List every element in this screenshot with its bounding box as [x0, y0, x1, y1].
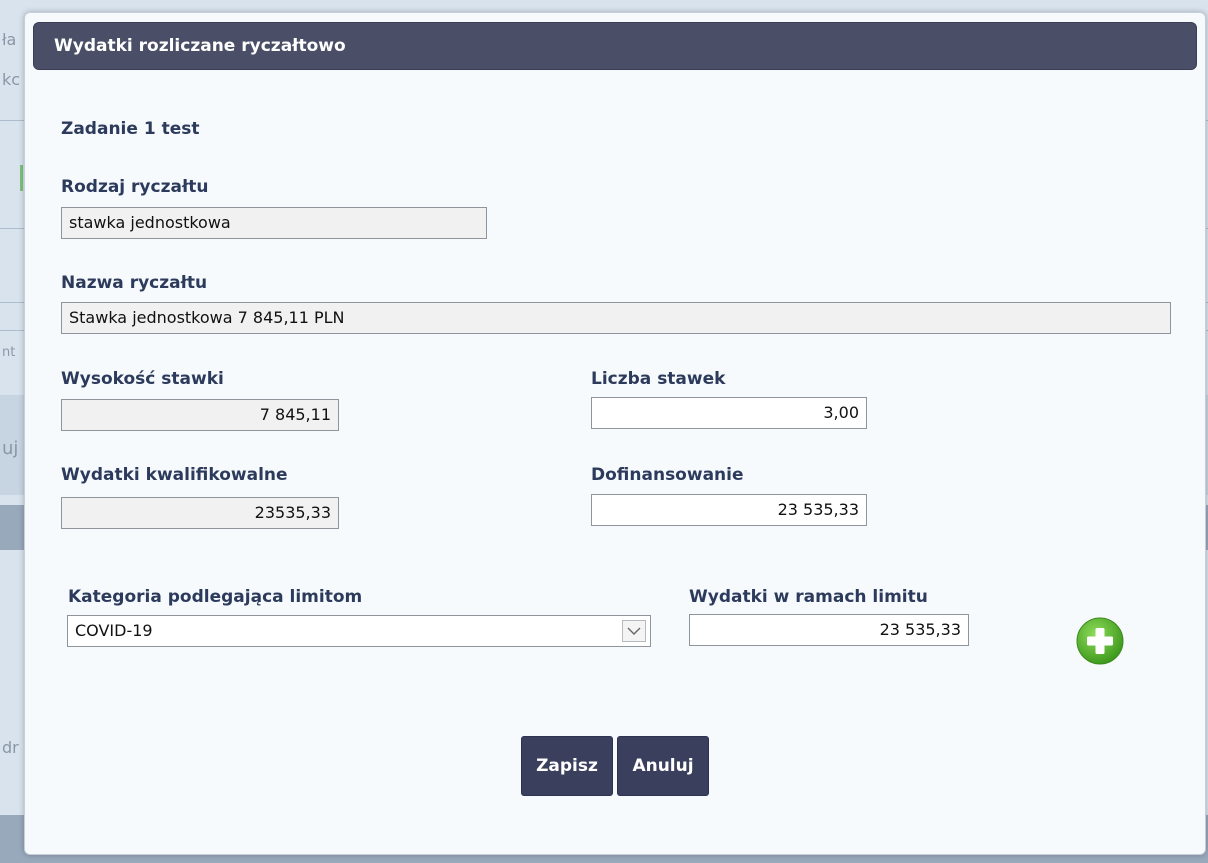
- kwalifikowalne-label: Wydatki kwalifikowalne: [61, 465, 288, 485]
- kategoria-selected-value: COVID-19: [75, 621, 153, 640]
- flat-rate-dialog: Wydatki rozliczane ryczałtowo Zadanie 1 …: [24, 12, 1206, 855]
- limit-label: Wydatki w ramach limitu: [689, 587, 928, 607]
- plus-circle-icon[interactable]: [1076, 617, 1124, 665]
- liczba-input[interactable]: 3,00: [591, 397, 867, 429]
- wysokosc-label: Wysokość stawki: [61, 369, 224, 389]
- cancel-button[interactable]: Anuluj: [617, 736, 709, 796]
- background-marker: [20, 165, 23, 191]
- task-title: Zadanie 1 test: [61, 119, 200, 139]
- background-text: nt: [2, 345, 16, 360]
- kategoria-label: Kategoria podlegająca limitom: [68, 587, 363, 607]
- dofinansowanie-input[interactable]: 23 535,33: [591, 494, 867, 526]
- nazwa-field: Stawka jednostkowa 7 845,11 PLN: [61, 302, 1171, 334]
- background-text: uj: [2, 438, 19, 459]
- liczba-label: Liczba stawek: [591, 369, 726, 389]
- rodzaj-label: Rodzaj ryczałtu: [61, 177, 209, 197]
- kategoria-select[interactable]: COVID-19: [67, 615, 651, 647]
- dofinansowanie-label: Dofinansowanie: [591, 465, 744, 485]
- background-text: ła: [2, 30, 17, 49]
- save-button[interactable]: Zapisz: [521, 736, 613, 796]
- rodzaj-field: stawka jednostkowa: [61, 207, 487, 239]
- wysokosc-field: 7 845,11: [61, 399, 339, 431]
- limit-input[interactable]: 23 535,33: [689, 614, 969, 646]
- dialog-title: Wydatki rozliczane ryczałtowo: [33, 22, 1197, 70]
- background-text: kc: [2, 70, 21, 89]
- nazwa-label: Nazwa ryczałtu: [61, 273, 208, 293]
- kwalifikowalne-field: 23535,33: [61, 497, 339, 529]
- chevron-down-icon[interactable]: [622, 620, 646, 642]
- background-text: dr: [2, 738, 19, 757]
